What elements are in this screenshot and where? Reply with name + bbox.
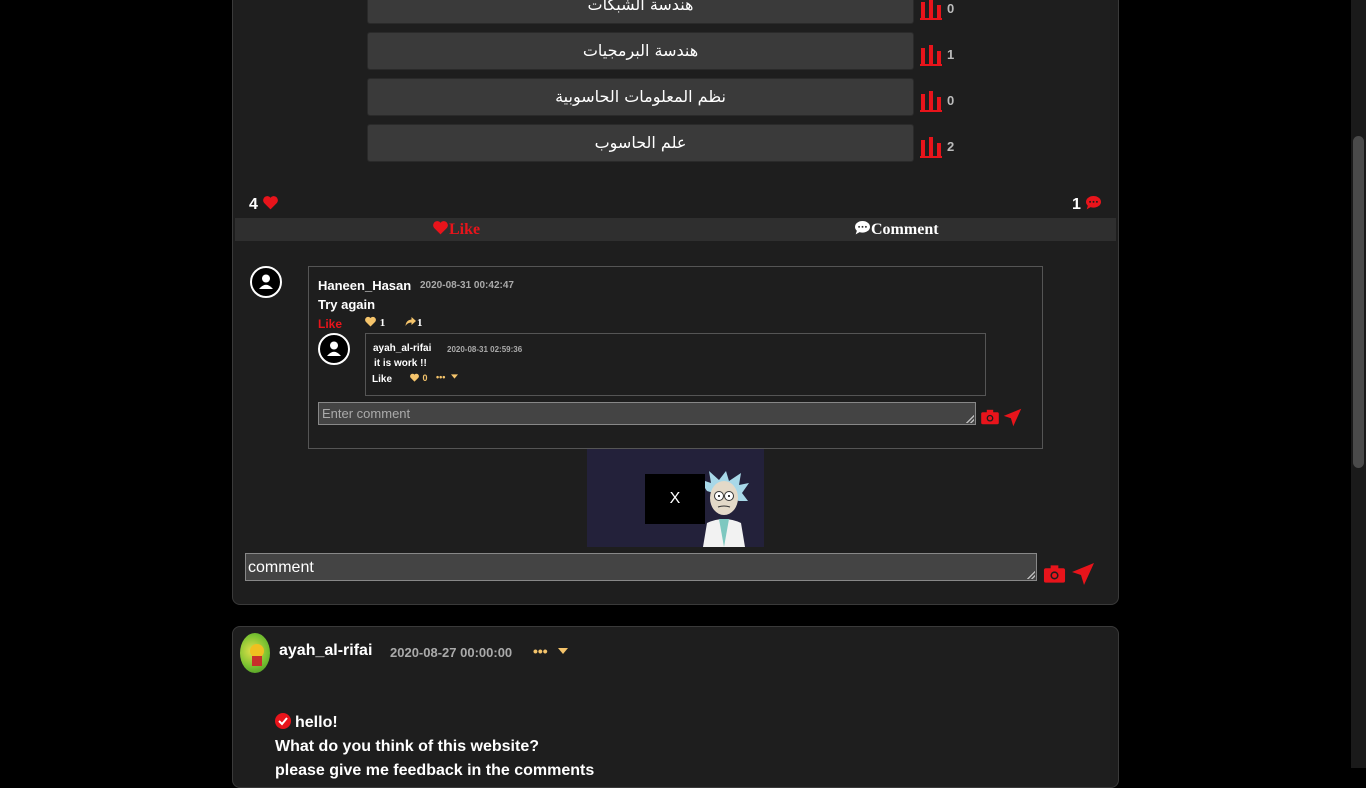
camera-icon[interactable]	[980, 409, 1000, 425]
comment-icon	[855, 221, 870, 235]
more-icon: •••	[436, 372, 446, 382]
comment-hearts[interactable]: 1	[364, 316, 385, 329]
comment-input[interactable]: comment	[245, 553, 1037, 581]
user-avatar-icon[interactable]	[250, 266, 282, 298]
comment-text: Try again	[318, 297, 376, 312]
user-avatar-icon[interactable]	[318, 333, 350, 365]
post-timestamp: 2020-08-27 00:00:00	[390, 645, 513, 660]
comment-hearts-count: 1	[379, 317, 386, 329]
comment-button[interactable]: Comment	[854, 220, 939, 239]
post-body-line: What do you think of this website?	[275, 738, 539, 755]
comment-shares-count: 1	[417, 317, 423, 329]
camera-icon[interactable]	[1043, 564, 1066, 584]
poll-count: 1	[947, 47, 955, 62]
poll-count: 0	[947, 1, 955, 16]
poll-option[interactable]: نظم المعلومات الحاسوبية	[367, 78, 914, 116]
poll-count: 2	[947, 139, 955, 154]
close-preview-button[interactable]: X	[645, 474, 705, 524]
poll-option[interactable]: هندسة البرمجيات	[367, 32, 914, 70]
comment-like-button[interactable]: Like	[318, 317, 342, 331]
comments-count-value: 1	[1072, 196, 1081, 213]
poll-option[interactable]: علم الحاسوب	[367, 124, 914, 162]
resize-handle[interactable]	[966, 415, 974, 423]
share-icon	[405, 317, 416, 326]
resize-handle[interactable]	[1027, 571, 1035, 579]
comment-author[interactable]: Haneen_Hasan	[318, 278, 411, 293]
author-avatar[interactable]	[240, 633, 270, 673]
like-button[interactable]: Like	[432, 220, 480, 239]
heart-icon	[365, 316, 376, 327]
reply-timestamp: 2020-08-31 02:59:36	[447, 345, 523, 354]
post-body-line: hello!	[275, 711, 594, 735]
send-icon[interactable]	[1003, 408, 1022, 427]
reply-hearts-count: 0	[422, 373, 428, 383]
comment-button-label: Comment	[871, 221, 939, 238]
caret-down-icon	[450, 374, 458, 379]
poll-option[interactable]: هندسة الشبكات	[367, 0, 914, 24]
poll-icon	[920, 137, 942, 158]
heart-icon	[433, 221, 448, 235]
reply-author[interactable]: ayah_al-rifai	[373, 343, 431, 354]
reply-text: it is work !!	[374, 358, 427, 369]
post-body-text: hello!	[295, 714, 338, 731]
poll-icon	[920, 45, 942, 66]
reply-like-button[interactable]: Like	[372, 374, 392, 385]
heart-icon	[410, 373, 419, 382]
more-icon: •••	[533, 643, 548, 659]
likes-count-value: 4	[249, 196, 258, 213]
poll-count: 0	[947, 93, 955, 108]
post-author[interactable]: ayah_al-rifai	[279, 642, 372, 660]
post-body-line: please give me feedback in the comments	[275, 762, 595, 779]
poll-icon	[920, 0, 942, 20]
reply-more-menu[interactable]: •••	[436, 372, 458, 382]
scrollbar-thumb[interactable]	[1353, 136, 1364, 468]
reply-input[interactable]: Enter comment	[318, 402, 976, 425]
reply-hearts[interactable]: 0	[409, 373, 428, 383]
image-preview: X	[587, 449, 764, 547]
caret-down-icon	[557, 648, 568, 654]
poll-icon	[920, 91, 942, 112]
like-button-label: Like	[449, 221, 481, 238]
check-badge-icon	[275, 713, 291, 729]
likes-count: 4	[249, 195, 279, 214]
comment-icon	[1086, 196, 1102, 210]
comments-count: 1	[1072, 195, 1102, 214]
post-body: hello! What do you think of this website…	[275, 711, 594, 783]
send-icon[interactable]	[1071, 562, 1095, 586]
post-more-menu[interactable]: •••	[533, 643, 568, 659]
reply: ayah_al-rifai 2020-08-31 02:59:36 it is …	[365, 333, 986, 396]
rick-character-image	[699, 471, 749, 547]
heart-icon	[263, 196, 279, 210]
comment-timestamp: 2020-08-31 00:42:47	[420, 280, 514, 291]
comment-reply-button[interactable]: 1	[404, 316, 423, 329]
post-action-bar: Like Comment	[235, 218, 1116, 241]
